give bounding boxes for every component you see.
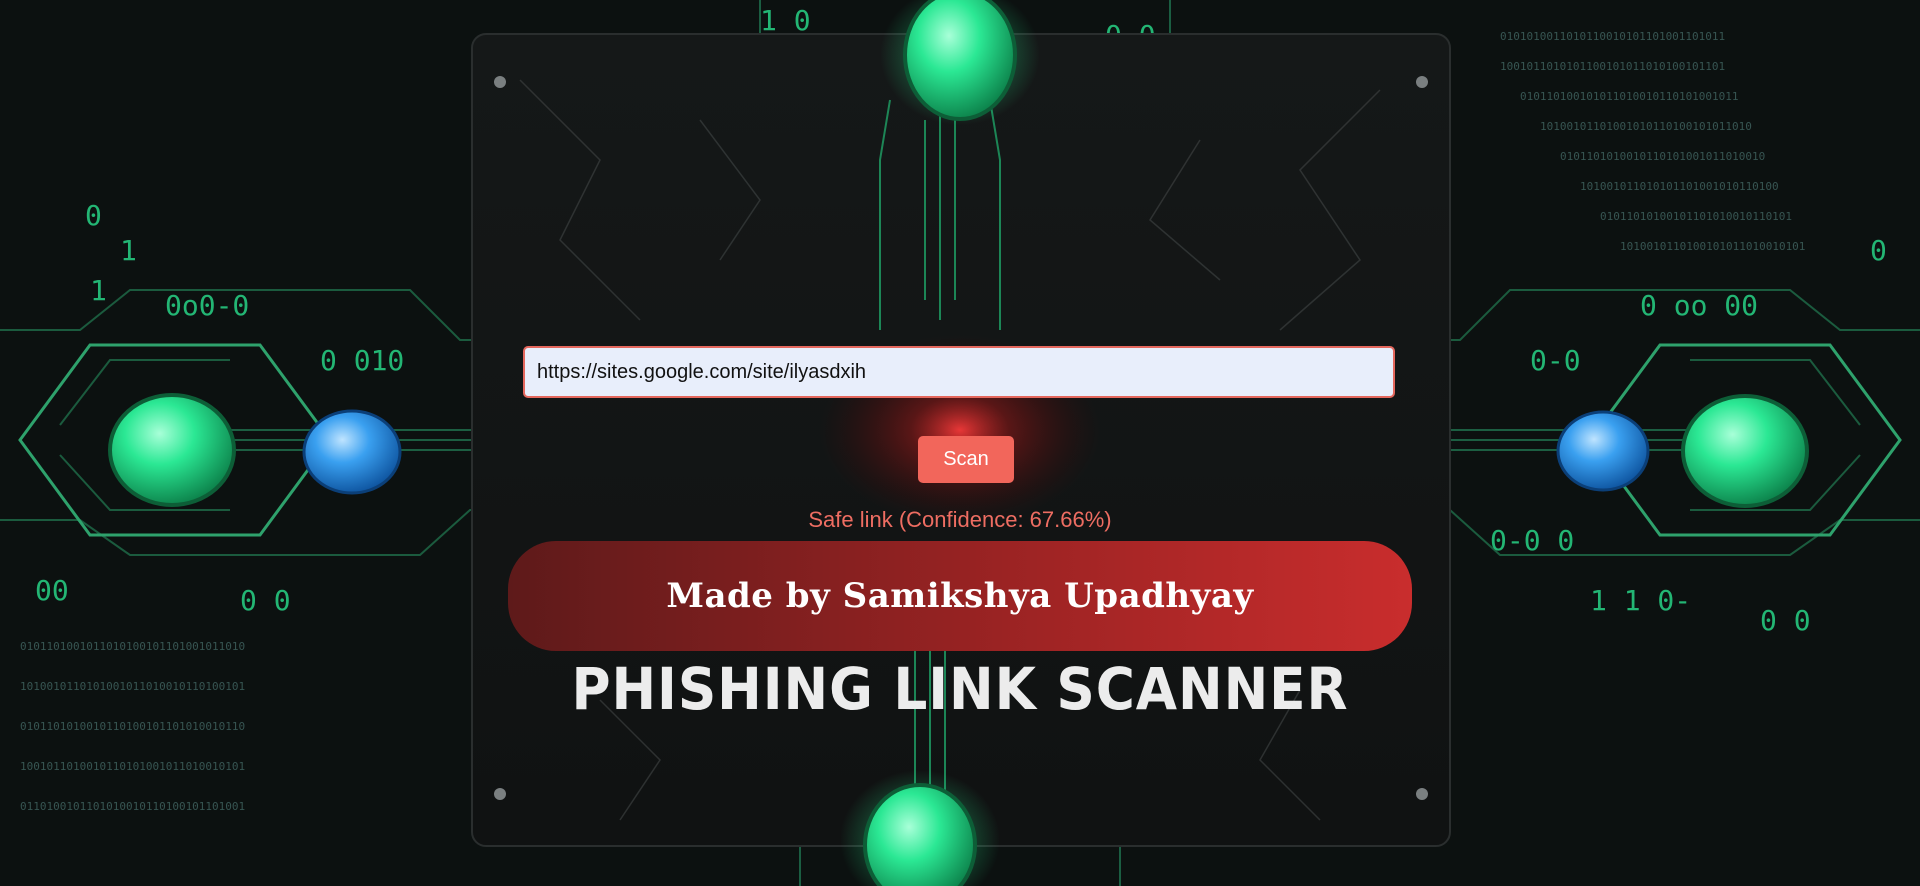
svg-text:101001011010101101001010110100: 101001011010101101001010110100 bbox=[1580, 180, 1779, 193]
svg-text:0 oo 00: 0 oo 00 bbox=[1640, 289, 1758, 322]
svg-text:1: 1 bbox=[120, 234, 137, 267]
svg-text:0: 0 bbox=[1870, 234, 1887, 267]
svg-text:01011010100101101010010110101: 01011010100101101010010110101 bbox=[1600, 210, 1792, 223]
scan-result-text: Safe link (Confidence: 67.66%) bbox=[808, 507, 1112, 532]
svg-text:1: 1 bbox=[90, 274, 107, 307]
credit-banner-text: Made by Samikshya Upadhyay bbox=[666, 576, 1254, 616]
svg-text:100101101001011010100101101001: 1001011010010110101001011010010101 bbox=[20, 760, 245, 773]
svg-text:010101001101011001010110100110: 0101010011010110010101101001101011 bbox=[1500, 30, 1725, 43]
url-input[interactable] bbox=[523, 346, 1395, 398]
app-title: PHISHING LINK SCANNER bbox=[571, 655, 1349, 723]
svg-text:0: 0 bbox=[85, 199, 102, 232]
svg-text:1 0: 1 0 bbox=[760, 4, 811, 37]
svg-text:0 010: 0 010 bbox=[320, 344, 404, 377]
svg-text:0 0: 0 0 bbox=[240, 584, 291, 617]
svg-text:0-0: 0-0 bbox=[1530, 344, 1581, 377]
svg-text:1 1 0-: 1 1 0- bbox=[1590, 584, 1691, 617]
svg-text:00: 00 bbox=[35, 574, 69, 607]
svg-text:0o0-0: 0o0-0 bbox=[165, 289, 249, 322]
svg-text:100101101010110010101101010010: 1001011010101100101011010100101101 bbox=[1500, 60, 1725, 73]
svg-text:101001011010010101101001010110: 10100101101001010110100101011010 bbox=[1540, 120, 1752, 133]
svg-text:0 0: 0 0 bbox=[1760, 604, 1811, 637]
svg-text:011010010110101001011010010110: 0110100101101010010110100101101001 bbox=[20, 800, 245, 813]
svg-text:010110100101011010010110101001: 010110100101011010010110101001011 bbox=[1520, 90, 1739, 103]
svg-text:010110100101101010010110100101: 0101101001011010100101101001011010 bbox=[20, 640, 245, 653]
svg-text:1010010110100101011010010101: 1010010110100101011010010101 bbox=[1620, 240, 1805, 253]
scan-button[interactable]: Scan bbox=[918, 436, 1014, 483]
svg-text:010110101001011010100101101001: 0101101010010110101001011010010 bbox=[1560, 150, 1765, 163]
